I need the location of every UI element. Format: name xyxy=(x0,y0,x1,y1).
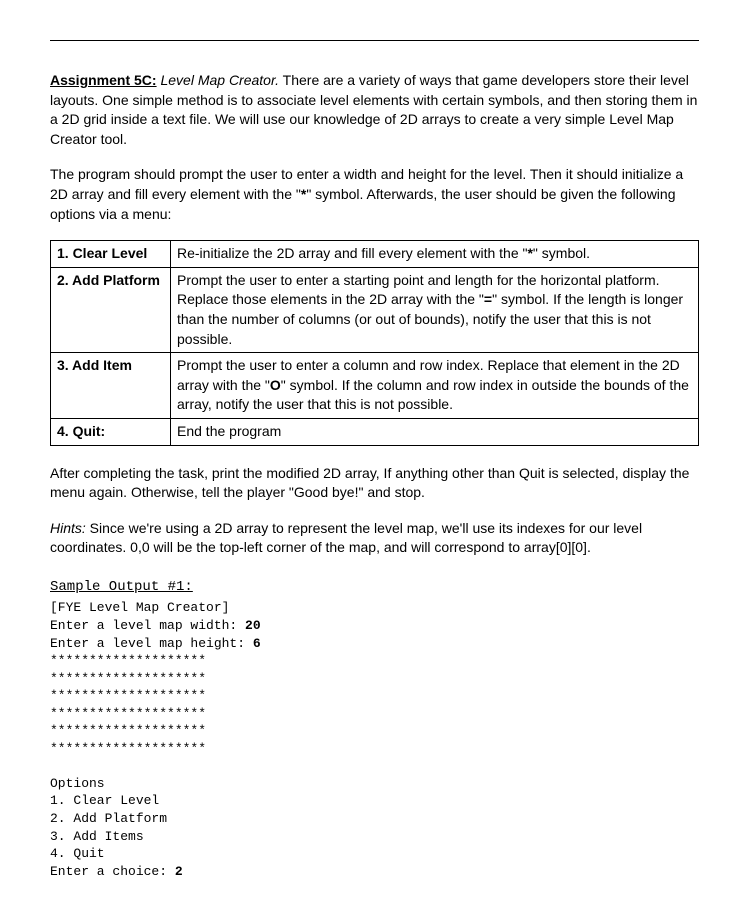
desc-b: " symbol. xyxy=(533,245,590,261)
table-row: 4. Quit: End the program xyxy=(51,418,699,445)
option-label: 1. Clear Level xyxy=(51,241,171,268)
page-top-rule xyxy=(50,40,699,41)
sample-line: 2. Add Platform xyxy=(50,811,167,826)
sample-line: 1. Clear Level xyxy=(50,793,159,808)
sample-stars: ******************** xyxy=(50,653,206,668)
hints-paragraph: Hints: Since we're using a 2D array to r… xyxy=(50,519,699,558)
sample-line: Options xyxy=(50,776,105,791)
intro-paragraph-2: The program should prompt the user to en… xyxy=(50,165,699,224)
sample-stars: ******************** xyxy=(50,671,206,686)
sample-line: Enter a level map height: xyxy=(50,636,253,651)
sample-line: Enter a choice: xyxy=(50,864,175,879)
sample-stars: ******************** xyxy=(50,741,206,756)
table-row: 2. Add Platform Prompt the user to enter… xyxy=(51,267,699,352)
sample-stars: ******************** xyxy=(50,723,206,738)
intro-paragraph-1: Assignment 5C: Level Map Creator. There … xyxy=(50,71,699,149)
table-row: 3. Add Item Prompt the user to enter a c… xyxy=(51,353,699,419)
option-label: 3. Add Item xyxy=(51,353,171,419)
option-label: 4. Quit: xyxy=(51,418,171,445)
sample-output-block: [FYE Level Map Creator] Enter a level ma… xyxy=(50,599,699,880)
symbol: O xyxy=(270,377,281,393)
desc-a: Re-initialize the 2D array and fill ever… xyxy=(177,245,527,261)
sample-line: [FYE Level Map Creator] xyxy=(50,600,229,615)
after-table-paragraph: After completing the task, print the mod… xyxy=(50,464,699,503)
sample-stars: ******************** xyxy=(50,706,206,721)
sample-line: 3. Add Items xyxy=(50,829,144,844)
assignment-name: Level Map Creator. xyxy=(157,72,279,88)
options-table: 1. Clear Level Re-initialize the 2D arra… xyxy=(50,240,699,445)
option-desc: Re-initialize the 2D array and fill ever… xyxy=(171,241,699,268)
sample-output-heading: Sample Output #1: xyxy=(50,578,699,598)
assignment-label: Assignment 5C: xyxy=(50,72,157,88)
desc-a: End the program xyxy=(177,423,281,439)
symbol: = xyxy=(484,291,492,307)
sample-line: 4. Quit xyxy=(50,846,105,861)
sample-line: Enter a level map width: xyxy=(50,618,245,633)
option-desc: Prompt the user to enter a column and ro… xyxy=(171,353,699,419)
sample-input: 2 xyxy=(175,864,183,879)
sample-stars: ******************** xyxy=(50,688,206,703)
hints-label: Hints: xyxy=(50,520,86,536)
table-row: 1. Clear Level Re-initialize the 2D arra… xyxy=(51,241,699,268)
option-desc: Prompt the user to enter a starting poin… xyxy=(171,267,699,352)
option-label: 2. Add Platform xyxy=(51,267,171,352)
sample-input: 20 xyxy=(245,618,261,633)
option-desc: End the program xyxy=(171,418,699,445)
sample-input: 6 xyxy=(253,636,261,651)
hints-body: Since we're using a 2D array to represen… xyxy=(50,520,642,556)
